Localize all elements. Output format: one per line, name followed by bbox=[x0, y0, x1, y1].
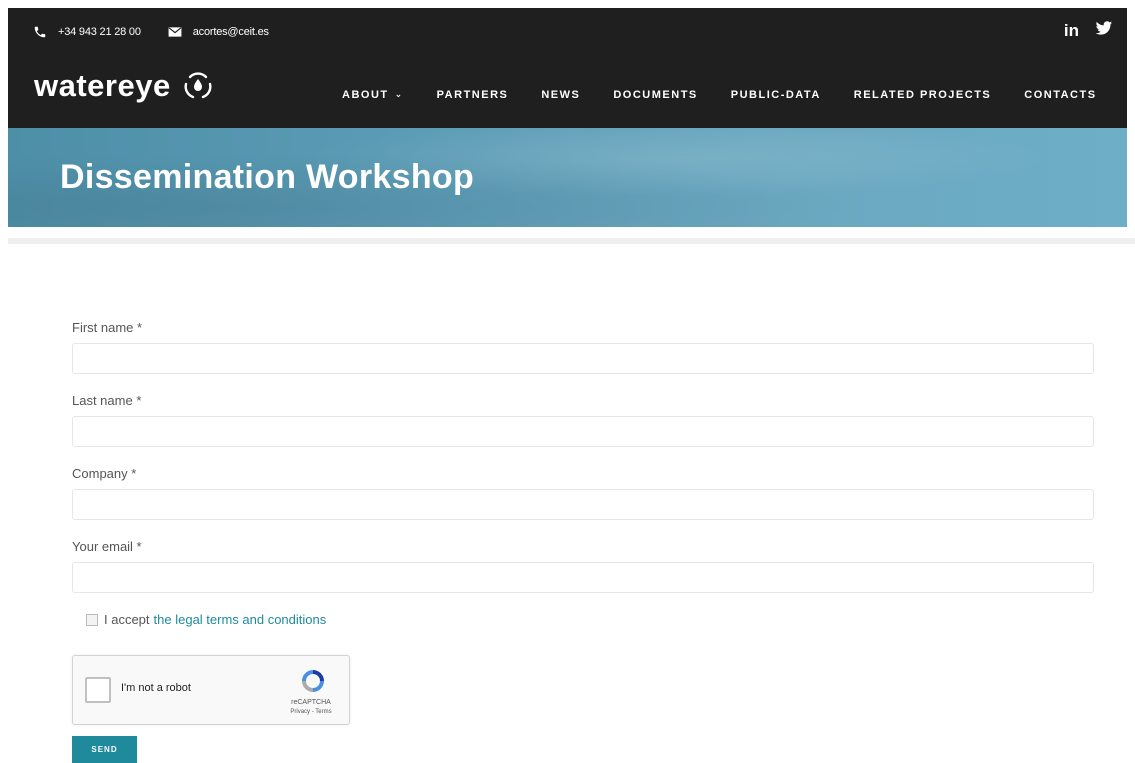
nav-item-label: ABOUT bbox=[342, 89, 389, 101]
site-logo[interactable]: watereye bbox=[34, 68, 215, 104]
company-label: Company * bbox=[72, 466, 137, 481]
nav-menu: ABOUT ⌄ PARTNERS NEWS DOCUMENTS PUBLIC-D… bbox=[342, 88, 1097, 102]
nav-item-partners[interactable]: PARTNERS bbox=[437, 89, 509, 101]
registration-form: First name * Last name * Company * Your … bbox=[72, 320, 1096, 627]
send-button[interactable]: SEND bbox=[72, 736, 137, 763]
twitter-icon[interactable] bbox=[1095, 21, 1113, 41]
email-address: acortes@ceit.es bbox=[192, 26, 269, 38]
phone-number: +34 943 21 28 00 bbox=[58, 26, 141, 38]
recaptcha-widget: I'm not a robot reCAPTCHA Privacy - Term… bbox=[72, 655, 350, 725]
accept-terms-prefix: I accept bbox=[104, 612, 150, 627]
recaptcha-label: I'm not a robot bbox=[121, 682, 191, 694]
chevron-down-icon: ⌄ bbox=[394, 88, 404, 99]
nav-item-public-data[interactable]: PUBLIC-DATA bbox=[731, 89, 821, 101]
recaptcha-checkbox[interactable] bbox=[85, 677, 111, 703]
logo-mark-icon bbox=[181, 69, 215, 103]
accept-terms-checkbox[interactable] bbox=[86, 613, 98, 626]
nav-item-documents[interactable]: DOCUMENTS bbox=[613, 89, 697, 101]
logo-text: watereye bbox=[34, 68, 171, 103]
top-contact-bar: +34 943 21 28 00 acortes@ceit.es in bbox=[8, 8, 1127, 58]
company-input[interactable] bbox=[72, 489, 1094, 520]
last-name-input[interactable] bbox=[72, 416, 1094, 447]
first-name-label: First name * bbox=[72, 320, 143, 335]
recaptcha-links[interactable]: Privacy - Terms bbox=[275, 709, 347, 715]
page-title: Dissemination Workshop bbox=[60, 158, 475, 196]
last-name-label: Last name * bbox=[72, 393, 142, 408]
email-label: Your email * bbox=[72, 539, 142, 554]
nav-item-related-projects[interactable]: RELATED PROJECTS bbox=[854, 89, 991, 101]
nav-item-about[interactable]: ABOUT ⌄ bbox=[342, 88, 404, 102]
divider bbox=[8, 238, 1135, 244]
phone-contact[interactable]: +34 943 21 28 00 bbox=[32, 24, 141, 40]
nav-item-contacts[interactable]: CONTACTS bbox=[1024, 89, 1096, 101]
email-contact[interactable]: acortes@ceit.es bbox=[167, 24, 269, 40]
linkedin-icon[interactable]: in bbox=[1064, 21, 1079, 41]
phone-icon bbox=[32, 24, 48, 40]
email-input[interactable] bbox=[72, 562, 1094, 593]
contact-info: +34 943 21 28 00 acortes@ceit.es bbox=[32, 24, 295, 40]
nav-item-news[interactable]: NEWS bbox=[541, 89, 580, 101]
social-links: in bbox=[1048, 21, 1113, 41]
main-navbar: watereye ABOUT ⌄ PARTNERS NEWS DOCUMENTS… bbox=[8, 58, 1127, 128]
page: +34 943 21 28 00 acortes@ceit.es in wate… bbox=[0, 0, 1135, 763]
page-hero-banner: Dissemination Workshop bbox=[8, 128, 1127, 227]
envelope-icon bbox=[167, 24, 183, 40]
legal-terms-link[interactable]: the legal terms and conditions bbox=[154, 612, 327, 627]
recaptcha-brand: reCAPTCHA bbox=[291, 699, 331, 706]
recaptcha-icon bbox=[299, 667, 327, 695]
accept-terms-row: I accept the legal terms and conditions bbox=[86, 612, 1096, 627]
first-name-input[interactable] bbox=[72, 343, 1094, 374]
